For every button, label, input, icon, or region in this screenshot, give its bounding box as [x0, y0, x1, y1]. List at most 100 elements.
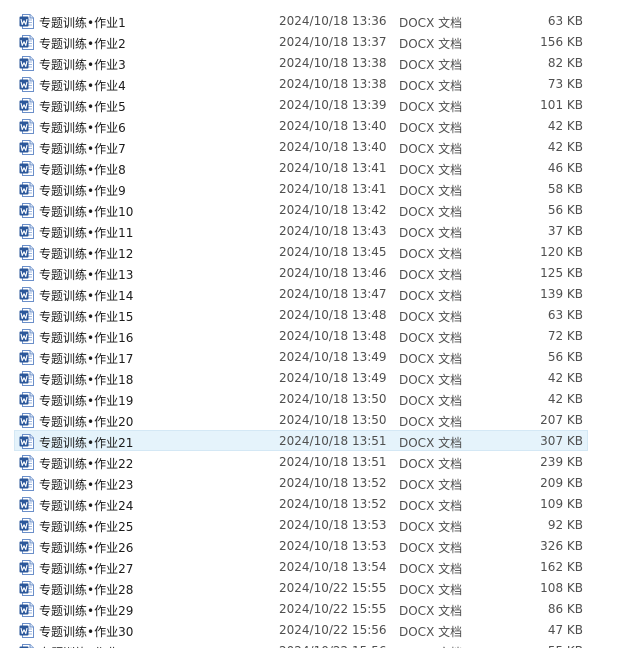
- file-type: DOCX 文档: [399, 520, 463, 534]
- file-size: 42 KB: [547, 392, 583, 406]
- file-modified-date: 2024/10/22 15:55: [279, 581, 387, 595]
- file-size: 42 KB: [547, 371, 583, 385]
- file-size: 307 KB: [540, 434, 583, 448]
- file-name: 专题训练•作业13: [39, 268, 134, 282]
- file-row[interactable]: 专题训练•作业21 2024/10/18 13:51 DOCX 文档 307 KB: [14, 430, 588, 451]
- file-size: 209 KB: [540, 476, 583, 490]
- file-name: 专题训练•作业21: [39, 436, 134, 450]
- file-row[interactable]: 专题训练•作业8 2024/10/18 13:41 DOCX 文档 46 KB: [14, 157, 588, 178]
- file-modified-date: 2024/10/18 13:54: [279, 560, 387, 574]
- file-size: 58 KB: [547, 182, 583, 196]
- file-modified-date: 2024/10/18 13:52: [279, 476, 387, 490]
- file-row[interactable]: 专题训练•作业11 2024/10/18 13:43 DOCX 文档 37 KB: [14, 220, 588, 241]
- file-name: 专题训练•作业1: [39, 16, 126, 30]
- file-modified-date: 2024/10/18 13:50: [279, 392, 387, 406]
- file-size: 86 KB: [547, 602, 583, 616]
- file-size: 239 KB: [540, 455, 583, 469]
- file-row[interactable]: 专题训练•作业22 2024/10/18 13:51 DOCX 文档 239 KB: [14, 451, 588, 472]
- file-row[interactable]: 专题训练•作业31 2024/10/22 15:56 DOCX 文档 55 KB: [14, 640, 588, 648]
- file-row[interactable]: 专题训练•作业13 2024/10/18 13:46 DOCX 文档 125 KB: [14, 262, 588, 283]
- file-row[interactable]: 专题训练•作业29 2024/10/22 15:55 DOCX 文档 86 KB: [14, 598, 588, 619]
- file-name: 专题训练•作业4: [39, 79, 126, 93]
- file-name: 专题训练•作业24: [39, 499, 134, 513]
- file-type: DOCX 文档: [399, 79, 463, 93]
- file-row[interactable]: 专题训练•作业17 2024/10/18 13:49 DOCX 文档 56 KB: [14, 346, 588, 367]
- file-row[interactable]: 专题训练•作业19 2024/10/18 13:50 DOCX 文档 42 KB: [14, 388, 588, 409]
- file-type: DOCX 文档: [399, 541, 463, 555]
- file-name: 专题训练•作业22: [39, 457, 134, 471]
- word-document-icon: [19, 245, 34, 260]
- file-name: 专题训练•作业28: [39, 583, 134, 597]
- file-type: DOCX 文档: [399, 184, 463, 198]
- file-size: 162 KB: [540, 560, 583, 574]
- file-type: DOCX 文档: [399, 37, 463, 51]
- file-size: 63 KB: [547, 14, 583, 28]
- file-type: DOCX 文档: [399, 310, 463, 324]
- file-name: 专题训练•作业5: [39, 100, 126, 114]
- word-document-icon: [19, 224, 34, 239]
- file-row[interactable]: 专题训练•作业9 2024/10/18 13:41 DOCX 文档 58 KB: [14, 178, 588, 199]
- word-document-icon: [19, 350, 34, 365]
- file-row[interactable]: 专题训练•作业5 2024/10/18 13:39 DOCX 文档 101 KB: [14, 94, 588, 115]
- word-document-icon: [19, 413, 34, 428]
- file-type: DOCX 文档: [399, 644, 462, 648]
- file-type: DOCX 文档: [399, 16, 463, 30]
- file-name: 专题训练•作业11: [39, 226, 134, 240]
- file-row[interactable]: 专题训练•作业24 2024/10/18 13:52 DOCX 文档 109 KB: [14, 493, 588, 514]
- file-row[interactable]: 专题训练•作业4 2024/10/18 13:38 DOCX 文档 73 KB: [14, 73, 588, 94]
- file-modified-date: 2024/10/18 13:53: [279, 539, 387, 553]
- file-row[interactable]: 专题训练•作业14 2024/10/18 13:47 DOCX 文档 139 KB: [14, 283, 588, 304]
- file-row[interactable]: 专题训练•作业20 2024/10/18 13:50 DOCX 文档 207 KB: [14, 409, 588, 430]
- file-row[interactable]: 专题训练•作业2 2024/10/18 13:37 DOCX 文档 156 KB: [14, 31, 588, 52]
- file-type: DOCX 文档: [399, 226, 463, 240]
- file-row[interactable]: 专题训练•作业16 2024/10/18 13:48 DOCX 文档 72 KB: [14, 325, 588, 346]
- word-document-icon: [19, 98, 34, 113]
- file-type: DOCX 文档: [399, 478, 463, 492]
- file-row[interactable]: 专题训练•作业3 2024/10/18 13:38 DOCX 文档 82 KB: [14, 52, 588, 73]
- word-document-icon: [19, 455, 34, 470]
- file-size: 125 KB: [540, 266, 583, 280]
- file-modified-date: 2024/10/18 13:38: [279, 56, 387, 70]
- file-modified-date: 2024/10/18 13:40: [279, 140, 387, 154]
- file-row[interactable]: 专题训练•作业18 2024/10/18 13:49 DOCX 文档 42 KB: [14, 367, 588, 388]
- file-row[interactable]: 专题训练•作业15 2024/10/18 13:48 DOCX 文档 63 KB: [14, 304, 588, 325]
- file-row[interactable]: 专题训练•作业26 2024/10/18 13:53 DOCX 文档 326 KB: [14, 535, 588, 556]
- file-row[interactable]: 专题训练•作业30 2024/10/22 15:56 DOCX 文档 47 KB: [14, 619, 588, 640]
- file-type: DOCX 文档: [399, 121, 463, 135]
- file-size: 73 KB: [547, 77, 583, 91]
- file-row[interactable]: 专题训练•作业1 2024/10/18 13:36 DOCX 文档 63 KB: [14, 10, 588, 31]
- file-modified-date: 2024/10/18 13:38: [279, 77, 387, 91]
- file-name: 专题训练•作业23: [39, 478, 134, 492]
- file-row[interactable]: 专题训练•作业23 2024/10/18 13:52 DOCX 文档 209 KB: [14, 472, 588, 493]
- file-name: 专题训练•作业10: [39, 205, 134, 219]
- file-row[interactable]: 专题训练•作业28 2024/10/22 15:55 DOCX 文档 108 KB: [14, 577, 588, 598]
- file-row[interactable]: 专题训练•作业12 2024/10/18 13:45 DOCX 文档 120 KB: [14, 241, 588, 262]
- word-document-icon: [19, 266, 34, 281]
- file-name: 专题训练•作业19: [39, 394, 134, 408]
- file-type: DOCX 文档: [399, 58, 463, 72]
- word-document-icon: [19, 602, 34, 617]
- file-row[interactable]: 专题训练•作业7 2024/10/18 13:40 DOCX 文档 42 KB: [14, 136, 588, 157]
- word-document-icon: [19, 434, 34, 449]
- file-name: 专题训练•作业6: [39, 121, 126, 135]
- file-size: 42 KB: [547, 140, 583, 154]
- file-name: 专题训练•作业14: [39, 289, 134, 303]
- file-name: 专题训练•作业31: [39, 644, 133, 648]
- file-row[interactable]: 专题训练•作业6 2024/10/18 13:40 DOCX 文档 42 KB: [14, 115, 588, 136]
- file-row[interactable]: 专题训练•作业25 2024/10/18 13:53 DOCX 文档 92 KB: [14, 514, 588, 535]
- file-type: DOCX 文档: [399, 562, 463, 576]
- file-list: 专题训练•作业1 2024/10/18 13:36 DOCX 文档 63 KB 专题训练…: [0, 0, 641, 648]
- word-document-icon: [19, 119, 34, 134]
- word-document-icon: [19, 161, 34, 176]
- file-name: 专题训练•作业18: [39, 373, 134, 387]
- file-modified-date: 2024/10/18 13:51: [279, 434, 387, 448]
- file-size: 72 KB: [547, 329, 583, 343]
- word-document-icon: [19, 77, 34, 92]
- file-type: DOCX 文档: [399, 625, 463, 639]
- file-row[interactable]: 专题训练•作业10 2024/10/18 13:42 DOCX 文档 56 KB: [14, 199, 588, 220]
- file-type: DOCX 文档: [399, 457, 463, 471]
- file-type: DOCX 文档: [399, 163, 463, 177]
- file-size: 56 KB: [547, 350, 583, 364]
- file-row[interactable]: 专题训练•作业27 2024/10/18 13:54 DOCX 文档 162 KB: [14, 556, 588, 577]
- file-modified-date: 2024/10/18 13:45: [279, 245, 387, 259]
